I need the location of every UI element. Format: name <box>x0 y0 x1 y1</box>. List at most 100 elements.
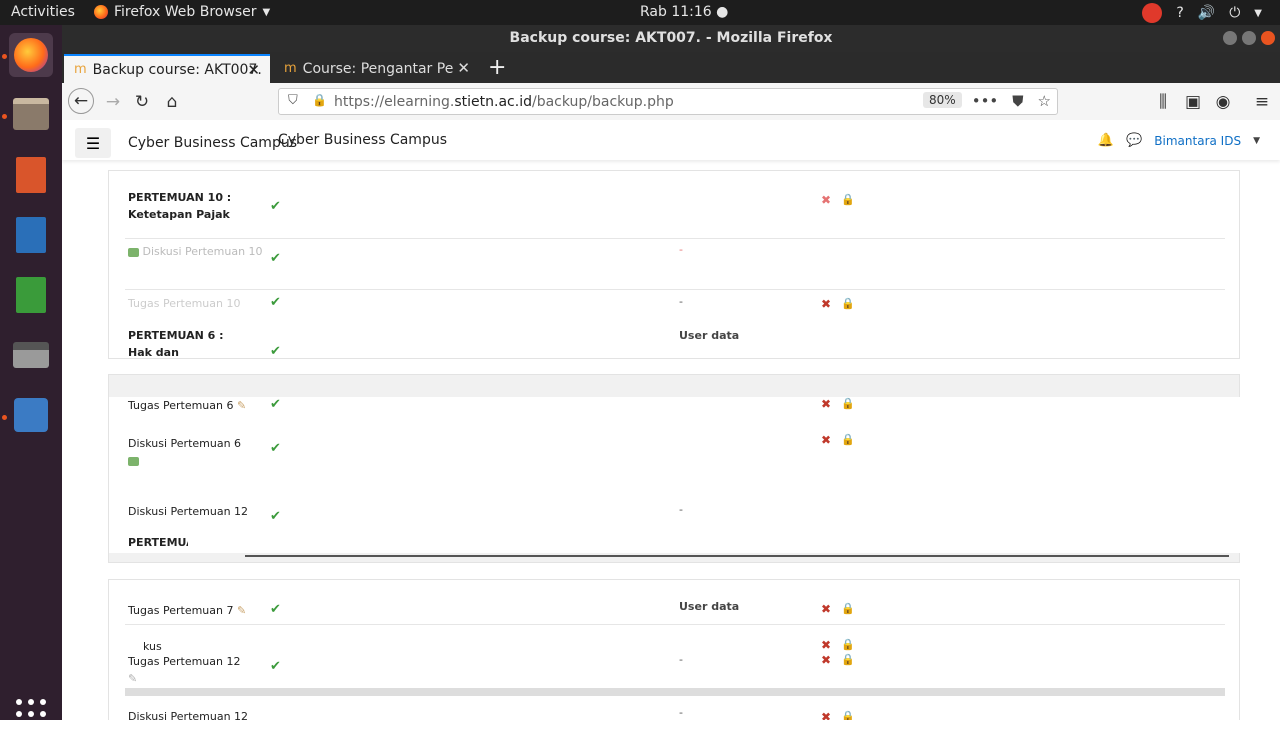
close-window-button[interactable] <box>1261 31 1275 45</box>
cross-icon[interactable]: ✖ <box>821 297 831 311</box>
record-icon[interactable] <box>1142 3 1163 23</box>
account-icon[interactable]: ◉ <box>1210 89 1236 115</box>
activity-name: Diskusi Pertemuan 6 <box>128 435 241 469</box>
check-icon[interactable]: ✔ <box>270 251 281 266</box>
zoom-indicator[interactable]: 80% <box>923 92 962 108</box>
forward-button[interactable]: → <box>100 89 126 115</box>
divider <box>245 555 1229 557</box>
menu-icon[interactable]: ≡ <box>1249 89 1275 115</box>
chat-icon[interactable]: 💬 <box>1126 133 1142 148</box>
dash: - <box>679 243 683 256</box>
close-tab-icon[interactable]: ✕ <box>457 59 470 77</box>
cross-icon[interactable]: ✖ <box>821 602 831 616</box>
lock-icon: 🔒 <box>841 653 855 666</box>
maximize-button[interactable] <box>1242 31 1256 45</box>
home-button[interactable]: ⌂ <box>159 89 185 115</box>
check-icon[interactable]: ✔ <box>270 397 281 412</box>
cross-icon[interactable]: ✖ <box>821 193 831 207</box>
dash: - <box>679 503 683 516</box>
dash: - <box>679 295 683 308</box>
bookmark-star-icon[interactable]: ☆ <box>1038 92 1051 110</box>
cross-icon[interactable]: ✖ <box>821 653 831 667</box>
dash: - <box>679 653 683 666</box>
writer-dock-item[interactable] <box>9 213 53 257</box>
dash: - <box>679 706 683 719</box>
settings-icon <box>14 398 48 432</box>
tab-course[interactable]: m Course: Pengantar Perpa ✕ <box>274 54 480 83</box>
check-icon[interactable]: ✔ <box>270 441 281 456</box>
files-icon <box>13 98 49 130</box>
sidebar-icon[interactable]: ▣ <box>1180 89 1206 115</box>
tab-label: Course: Pengantar Perpa <box>302 60 453 77</box>
chevron-down-icon[interactable]: ▼ <box>1253 136 1260 146</box>
shield-icon[interactable]: ⛉ <box>288 93 298 108</box>
check-icon[interactable]: ✔ <box>270 199 281 214</box>
cross-icon[interactable]: ✖ <box>821 638 831 652</box>
pocket-icon[interactable]: ⛊ <box>1012 92 1023 110</box>
section-title: PERTEMUAN 6 : Hak dan kewajiban fiskus <box>128 329 224 357</box>
user-data-label: User data <box>679 600 740 613</box>
minimize-button[interactable] <box>1223 31 1237 45</box>
running-indicator <box>2 114 7 119</box>
table-row: Tugas Pertemuan 6 ✎ ✔ ✖ 🔒 <box>109 397 1241 427</box>
new-tab-button[interactable]: + <box>488 55 506 80</box>
check-icon[interactable]: ✔ <box>270 509 281 524</box>
files-dock-item[interactable] <box>9 92 53 136</box>
navigation-toolbar: ← → ↻ ⌂ ⛉ 🔒 https://elearning.stietn.ac.… <box>62 83 1280 121</box>
library-icon[interactable]: ⫼ <box>1150 89 1176 115</box>
check-icon[interactable]: ✔ <box>270 295 281 310</box>
hamburger-menu-icon[interactable]: ☰ <box>75 128 111 158</box>
show-applications-icon[interactable] <box>16 699 46 729</box>
clock[interactable]: Rab 11:16 ● <box>640 4 728 20</box>
backup-section: Tugas Pertemuan 7 ✎ ✔ User data ✖ 🔒 kus … <box>108 579 1240 720</box>
user-name[interactable]: Bimantara IDS <box>1154 134 1241 148</box>
forum-icon <box>128 247 139 257</box>
section-title: PERTEMUAN 12 : Hak dan <box>128 536 188 554</box>
back-button[interactable]: ← <box>68 88 94 114</box>
user-data-label: User data <box>679 329 740 342</box>
lock-icon: 🔒 <box>841 710 855 720</box>
activities-button[interactable]: Activities <box>11 4 75 20</box>
power-icon[interactable]: ⏻ <box>1229 5 1240 21</box>
divider <box>125 289 1225 290</box>
system-tray[interactable]: ? 🔊 ⏻ ▼ <box>1142 3 1262 23</box>
calc-dock-item[interactable] <box>9 273 53 317</box>
chevron-down-icon: ▼ <box>262 6 271 18</box>
firefox-dock-item[interactable] <box>9 33 53 77</box>
moodle-navbar: ☰ Cyber Business Campus Cyber Business C… <box>62 120 1280 160</box>
lock-icon: 🔒 <box>841 433 855 446</box>
cross-icon[interactable]: ✖ <box>821 710 831 720</box>
app-menu[interactable]: Firefox Web Browser ▼ <box>94 4 270 20</box>
impress-dock-item[interactable] <box>9 153 53 197</box>
tab-label: Backup course: AKT007. <box>92 61 262 78</box>
spreadsheet-icon <box>16 277 46 313</box>
firefox-icon <box>94 5 108 19</box>
clock-label: Rab 11:16 <box>640 4 712 20</box>
more-actions-icon[interactable]: ••• <box>972 92 999 110</box>
assignment-icon: ✎ <box>236 399 247 412</box>
settings-dock-item[interactable] <box>9 393 53 437</box>
bell-icon[interactable]: 🔔 <box>1098 133 1114 148</box>
check-icon[interactable]: ✔ <box>270 344 281 359</box>
site-name[interactable]: Cyber Business Campus <box>128 135 297 151</box>
scanner-dock-item[interactable] <box>9 333 53 377</box>
tab-backup-course[interactable]: m Backup course: AKT007. ✕ <box>64 54 270 83</box>
assignment-icon: ✎ <box>236 604 247 617</box>
cross-icon[interactable]: ✖ <box>821 397 831 411</box>
url-bar[interactable]: ⛉ 🔒 https://elearning.stietn.ac.id/backu… <box>278 88 1058 115</box>
check-icon[interactable]: ✔ <box>270 659 281 674</box>
lock-icon[interactable]: 🔒 <box>312 93 327 107</box>
check-icon[interactable]: ✔ <box>270 602 281 617</box>
activity-name: Tugas Pertemuan 10 <box>128 297 241 310</box>
volume-icon[interactable]: 🔊 <box>1198 5 1215 21</box>
activity-name: Diskusi Pertemuan 12 <box>128 710 249 720</box>
close-tab-icon[interactable]: ✕ <box>247 61 260 79</box>
help-icon[interactable]: ? <box>1176 5 1183 21</box>
url-text[interactable]: https://elearning.stietn.ac.id/backup/ba… <box>334 94 674 110</box>
reload-button[interactable]: ↻ <box>129 89 155 115</box>
lock-icon: 🔒 <box>841 193 855 206</box>
cross-icon[interactable]: ✖ <box>821 433 831 447</box>
site-name-secondary[interactable]: Cyber Business Campus <box>278 132 447 148</box>
chevron-down-icon[interactable]: ▼ <box>1254 8 1262 19</box>
lock-icon: 🔒 <box>841 602 855 615</box>
